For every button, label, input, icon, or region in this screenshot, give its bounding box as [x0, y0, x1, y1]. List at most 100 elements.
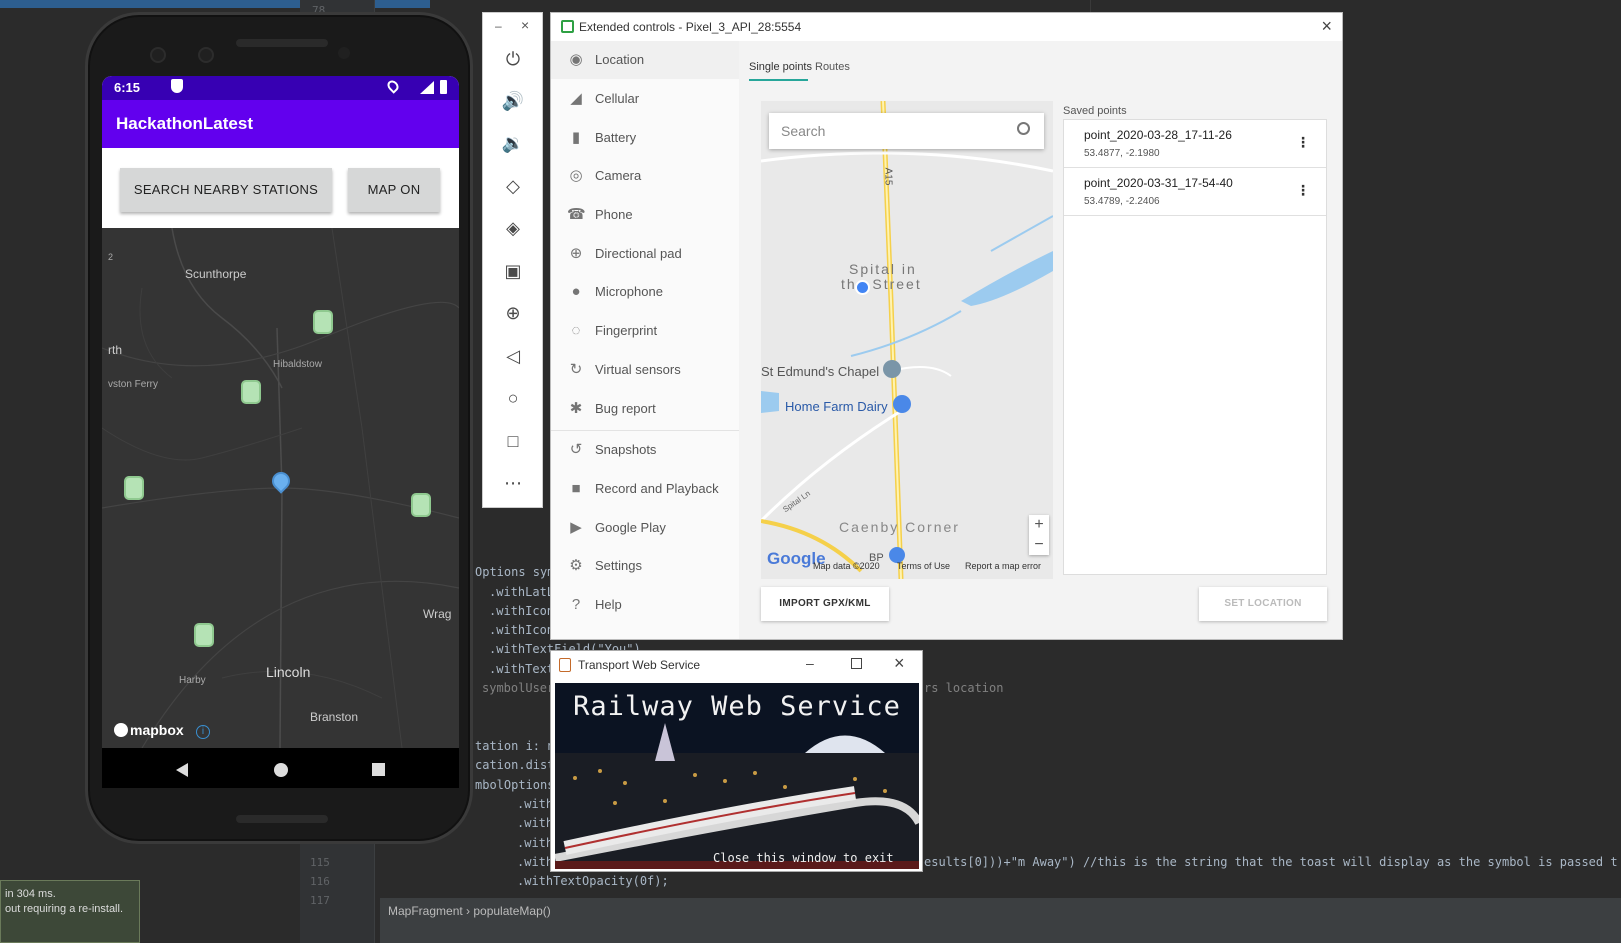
search-icon[interactable]	[1017, 122, 1030, 135]
zoom-controls: + −	[1029, 515, 1049, 555]
train-station-marker[interactable]	[124, 476, 144, 500]
more-vert-icon[interactable]: ⋮	[1296, 134, 1310, 151]
map-label: Scunthorpe	[185, 267, 247, 281]
search-box[interactable]: Search	[769, 113, 1044, 149]
banner-heading: Railway Web Service	[573, 691, 901, 722]
minimize-icon[interactable]: –	[806, 655, 814, 671]
volume-up-icon[interactable]: 🔊	[501, 89, 525, 113]
minimize-icon[interactable]: –	[495, 19, 502, 33]
mapbox-logo: mapbox	[114, 722, 184, 738]
sidebar-item-label: Snapshots	[595, 442, 657, 457]
terms-link[interactable]: Terms of Use	[897, 561, 950, 571]
map-label: Hibaldstow	[273, 359, 322, 370]
code-line: .withIcon	[489, 623, 555, 637]
maximize-icon[interactable]	[851, 658, 862, 669]
map-attribution: Map data ©2020	[813, 561, 880, 571]
code-line: tation i: n	[475, 739, 555, 753]
tab-indicator	[749, 79, 808, 81]
shop-pin-icon[interactable]	[893, 395, 911, 413]
search-nearby-stations-button[interactable]: SEARCH NEARBY STATIONS	[120, 168, 332, 212]
overview-icon[interactable]	[372, 763, 385, 776]
report-link[interactable]: Report a map error	[965, 561, 1041, 571]
google-play-icon: ▶	[570, 519, 582, 536]
map-on-button[interactable]: MAP ON	[348, 168, 440, 212]
tab-single-points[interactable]: Single points	[749, 61, 812, 73]
back-icon[interactable]: ◁	[501, 344, 525, 368]
more-vert-icon[interactable]: ⋮	[1296, 182, 1310, 199]
close-icon[interactable]: ×	[521, 17, 529, 33]
battery-icon: ▮	[571, 129, 581, 146]
map-label: Spital in	[849, 261, 917, 277]
zoom-in-button[interactable]: +	[1029, 515, 1049, 535]
current-location-dot	[855, 280, 870, 295]
info-icon[interactable]: i	[196, 725, 210, 739]
saved-point-item[interactable]: point_2020-03-28_17-11-26 53.4877, -2.19…	[1064, 120, 1326, 168]
close-icon[interactable]: ×	[894, 653, 905, 674]
power-icon[interactable]: ⏻	[501, 47, 525, 71]
sidebar-item-virtual-sensors[interactable]: ↻ Virtual sensors	[551, 351, 739, 389]
sidebar-item-fingerprint[interactable]: ◌ Fingerprint	[551, 312, 739, 350]
sidebar-item-label: Fingerprint	[595, 323, 658, 338]
phone-bottom-speaker	[236, 815, 328, 823]
saved-point-item[interactable]: point_2020-03-31_17-54-40 53.4789, -2.24…	[1064, 168, 1326, 216]
train-station-marker[interactable]	[241, 380, 261, 404]
home-icon[interactable]: ○	[501, 386, 525, 410]
map-label: Lincoln	[266, 664, 311, 680]
sidebar-item-directional-pad[interactable]: ⊕ Directional pad	[551, 235, 739, 273]
back-icon[interactable]	[174, 762, 190, 778]
android-status-bar: 6:15	[102, 76, 459, 100]
set-location-button[interactable]: SET LOCATION	[1199, 587, 1327, 621]
sidebar-item-phone[interactable]: ☎ Phone	[551, 196, 739, 234]
google-map[interactable]: Search A15 Spital in the Street St Edmun…	[761, 101, 1053, 579]
code-comment: rs location	[924, 681, 1004, 695]
app-bar: HackathonLatest	[102, 100, 459, 148]
sidebar-item-help[interactable]: ? Help	[551, 586, 739, 624]
search-placeholder: Search	[781, 123, 826, 139]
overview-icon[interactable]: □	[501, 429, 525, 453]
chapel-pin-icon[interactable]	[883, 360, 901, 378]
camera-icon[interactable]: ▣	[501, 259, 525, 283]
code-line: mbolOptions	[475, 778, 555, 792]
train-station-marker[interactable]	[194, 623, 214, 647]
sidebar-item-bug-report[interactable]: ✱ Bug report	[551, 390, 739, 428]
sidebar-item-settings[interactable]: ⚙ Settings	[551, 547, 739, 585]
mapbox-wordmark: mapbox	[130, 722, 184, 738]
phone-screen: 6:15 HackathonLatest SEARCH NEARBY STATI…	[102, 76, 459, 788]
sidebar-item-camera[interactable]: ◎ Camera	[551, 157, 739, 195]
train-station-marker[interactable]	[411, 493, 431, 517]
rotate-right-icon[interactable]: ◈	[501, 216, 525, 240]
sidebar-item-cellular[interactable]: ◢ Cellular	[551, 80, 739, 118]
help-icon: ?	[571, 596, 581, 613]
tab-routes[interactable]: Routes	[815, 61, 850, 73]
volume-down-icon[interactable]: 🔉	[501, 131, 525, 155]
sidebar-item-google-play[interactable]: ▶ Google Play	[551, 509, 739, 547]
phone-camera	[150, 47, 166, 63]
close-icon[interactable]: ×	[1321, 16, 1332, 37]
zoom-out-button[interactable]: −	[1029, 535, 1049, 555]
railway-banner-image: Railway Web Service Close this window to…	[555, 683, 919, 869]
mapbox-map[interactable]: Scunthorpe Hibaldstow rth vston Ferry 2 …	[102, 228, 459, 748]
sidebar-item-battery[interactable]: ▮ Battery	[551, 119, 739, 157]
app-title: HackathonLatest	[116, 114, 253, 133]
train-station-marker[interactable]	[313, 310, 333, 334]
map-label: Harby	[179, 675, 206, 686]
home-icon[interactable]	[274, 763, 288, 777]
breadcrumb[interactable]: MapFragment › populateMap()	[388, 904, 551, 918]
zoom-icon[interactable]: ⊕	[501, 301, 525, 325]
sidebar-item-snapshots[interactable]: ↺ Snapshots	[551, 431, 739, 469]
sidebar-item-location[interactable]: ◉ Location	[551, 41, 739, 79]
more-icon[interactable]: ⋯	[501, 471, 525, 495]
code-line: .with	[517, 797, 554, 811]
sidebar-item-record-and-playback[interactable]: ■ Record and Playback	[551, 470, 739, 508]
sidebar-item-label: Settings	[595, 558, 642, 573]
rotate-left-icon[interactable]: ◇	[501, 174, 525, 198]
banner-footer: Close this window to exit	[713, 851, 894, 865]
import-gpx-kml-button[interactable]: IMPORT GPX/KML	[761, 587, 889, 621]
dpad-icon: ⊕	[569, 245, 583, 262]
line-number: 117	[310, 894, 330, 907]
code-line: .with	[517, 816, 554, 830]
camera-icon: ◎	[569, 167, 583, 184]
sidebar-item-microphone[interactable]: ● Microphone	[551, 273, 739, 311]
window-title: Transport Web Service	[578, 658, 701, 672]
notification-line: out requiring a re-install.	[5, 903, 124, 915]
